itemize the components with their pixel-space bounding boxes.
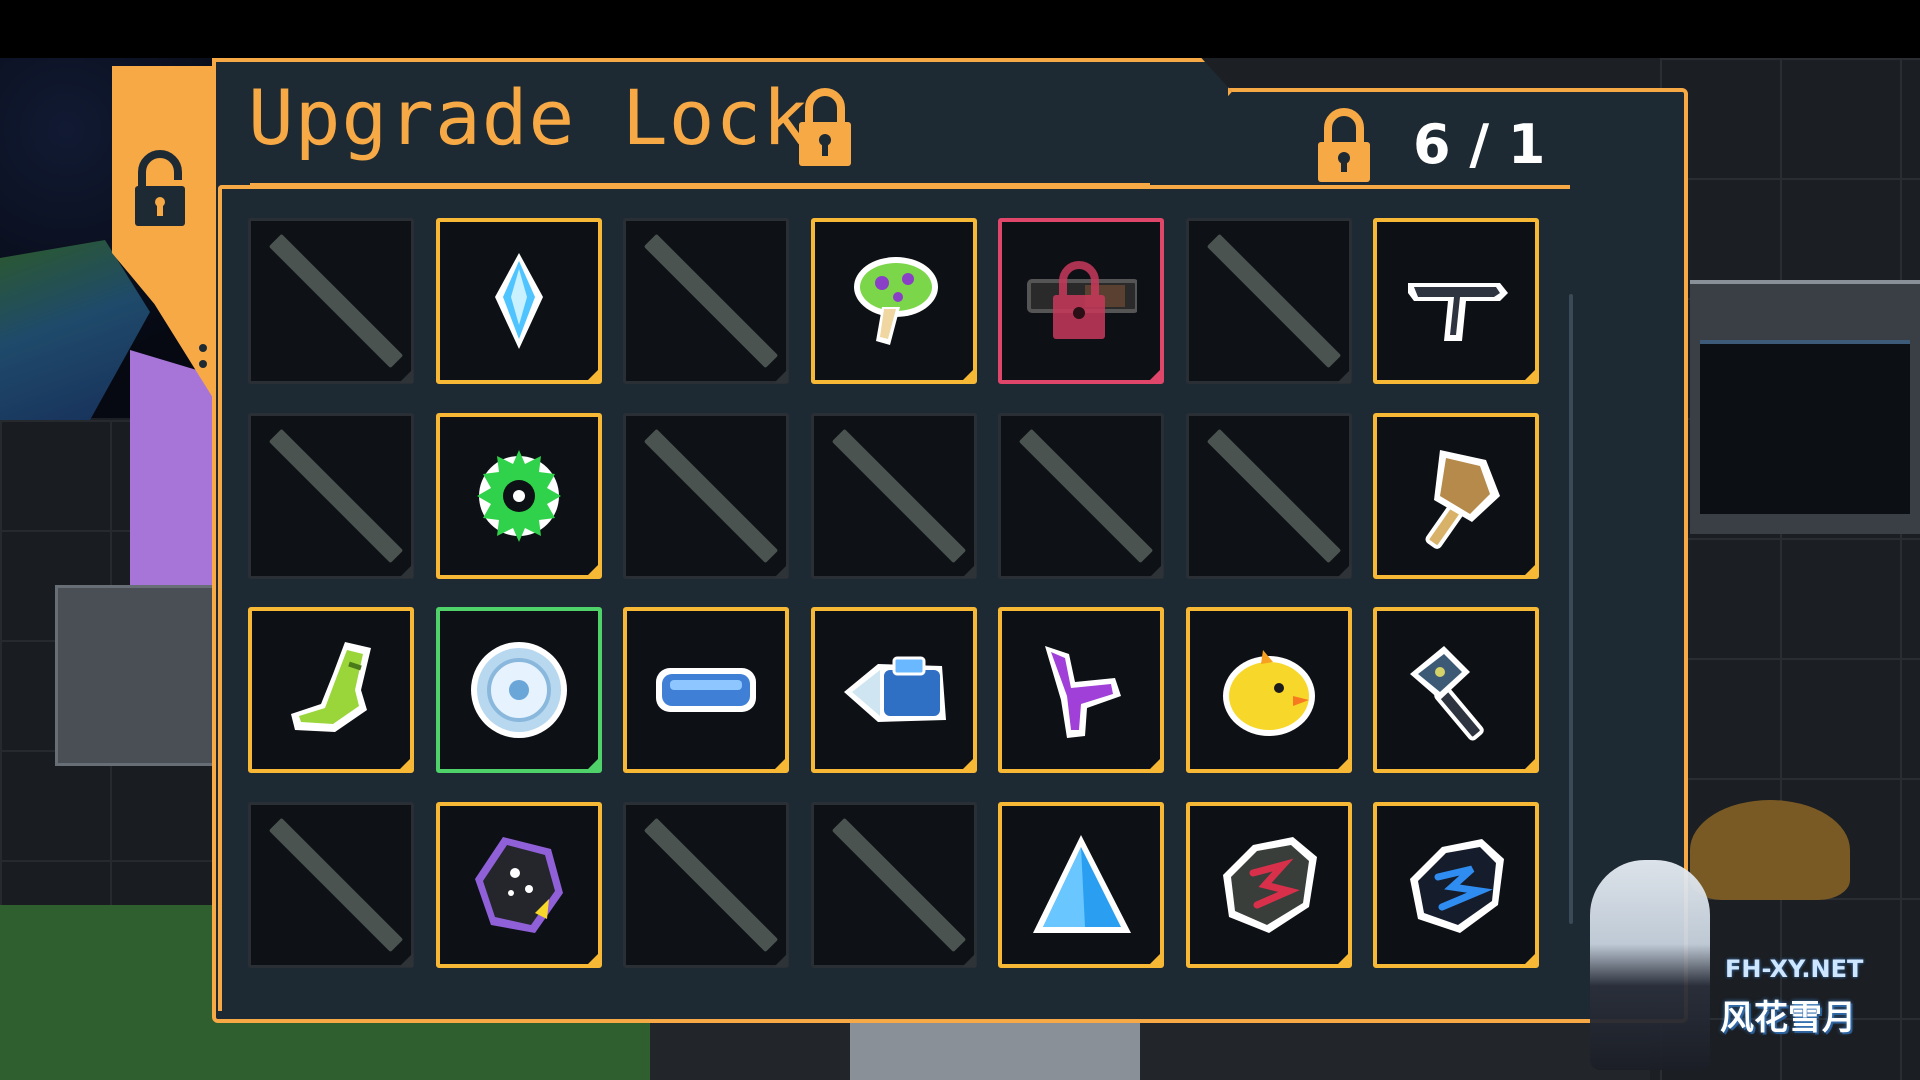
empty-slot-icon [1206, 233, 1342, 369]
slot-corner-marker [1148, 757, 1162, 771]
upgrade-slot[interactable] [623, 218, 789, 384]
blue-pyramid-icon [1033, 835, 1131, 933]
green-virus-icon [477, 450, 561, 542]
upgrade-slot[interactable] [998, 218, 1164, 384]
empty-slot-icon [268, 233, 404, 369]
upgrade-slot[interactable] [998, 413, 1164, 579]
slot-corner-marker [399, 953, 413, 967]
purple-claw-icon [1045, 646, 1121, 738]
yellow-chick-icon [1223, 650, 1315, 736]
upgrade-slot[interactable] [248, 607, 414, 773]
upgrade-slot[interactable] [811, 218, 977, 384]
smg-icon [1408, 283, 1508, 341]
upgrade-slot[interactable] [248, 218, 414, 384]
upgrade-slot[interactable] [436, 218, 602, 384]
empty-slot-icon [643, 233, 779, 369]
war-hammer-icon [1410, 646, 1484, 741]
blue-capsule-icon [656, 668, 756, 712]
upgrade-slot[interactable] [248, 802, 414, 968]
slot-corner-marker [1523, 952, 1537, 966]
slot-corner-marker [1148, 952, 1162, 966]
green-mushroom-icon [854, 257, 938, 345]
lock-icon [135, 150, 185, 226]
blue-drill-icon [844, 656, 946, 722]
slot-corner-marker [962, 564, 976, 578]
slot-corner-marker [399, 369, 413, 383]
red-rune-stone-icon [1223, 837, 1317, 933]
empty-slot-icon [831, 428, 967, 564]
slot-corner-marker [586, 952, 600, 966]
empty-slot-icon [1206, 428, 1342, 564]
top-letterbox [0, 0, 1920, 58]
slot-corner-marker [774, 953, 788, 967]
empty-slot-icon [268, 428, 404, 564]
slot-corner-marker [1523, 757, 1537, 771]
empty-slot-icon [1018, 428, 1154, 564]
empty-slot-icon [643, 428, 779, 564]
slot-corner-marker [586, 563, 600, 577]
upgrade-slot[interactable] [1373, 413, 1539, 579]
upgrade-slot[interactable] [1373, 802, 1539, 968]
lock-count-icon [1318, 108, 1370, 182]
slot-corner-marker [1148, 368, 1162, 382]
upgrade-slot[interactable] [623, 413, 789, 579]
battle-axe-icon [1425, 450, 1500, 549]
upgrade-slot[interactable] [1186, 607, 1352, 773]
empty-slot-icon [643, 817, 779, 953]
slot-corner-marker [1523, 368, 1537, 382]
slot-corner-marker [774, 369, 788, 383]
upgrade-slot[interactable] [811, 607, 977, 773]
upgrade-slot[interactable] [248, 413, 414, 579]
upgrade-slot[interactable] [998, 802, 1164, 968]
lock-count: 6 / 1 [1413, 113, 1546, 176]
slot-corner-marker [398, 757, 412, 771]
watermark-domain: FH-XY.NET [1725, 955, 1864, 983]
watermark-character [1590, 860, 1710, 1070]
slot-corner-marker [1337, 369, 1351, 383]
upgrade-slot[interactable] [811, 413, 977, 579]
shield-disc-icon [471, 642, 567, 738]
slot-corner-marker [961, 368, 975, 382]
upgrade-slot[interactable] [1186, 413, 1352, 579]
scrollbar[interactable] [1569, 294, 1573, 924]
slot-corner-marker [1336, 757, 1350, 771]
dialog-title: Upgrade Lock [248, 73, 810, 162]
green-boot-icon [291, 642, 371, 732]
slot-corner-marker [1523, 563, 1537, 577]
upgrade-slot[interactable] [436, 607, 602, 773]
slot-corner-marker [773, 757, 787, 771]
watermark-name: 风花雪月 [1720, 998, 1856, 1038]
slot-corner-marker [586, 368, 600, 382]
empty-slot-icon [831, 817, 967, 953]
slot-corner-marker [961, 757, 975, 771]
upgrade-slot[interactable] [1373, 607, 1539, 773]
blue-rune-stone-icon [1410, 839, 1504, 933]
slot-corner-marker [1149, 564, 1163, 578]
title-lock-icon [799, 88, 851, 166]
dark-stone-icon [475, 837, 563, 933]
locked-cannon-icon [1027, 261, 1137, 339]
upgrade-slot[interactable] [623, 802, 789, 968]
empty-slot-icon [268, 817, 404, 953]
slot-corner-marker [774, 564, 788, 578]
slot-corner-marker [962, 953, 976, 967]
upgrade-slot[interactable] [623, 607, 789, 773]
slot-corner-marker [1337, 564, 1351, 578]
upgrade-slot[interactable] [811, 802, 977, 968]
upgrade-slot[interactable] [998, 607, 1164, 773]
upgrade-slot[interactable] [436, 802, 602, 968]
watermark: FH-XY.NET 风花雪月 [1560, 860, 1900, 1080]
upgrade-slot[interactable] [1373, 218, 1539, 384]
upgrade-slot[interactable] [1186, 802, 1352, 968]
slot-corner-marker [586, 757, 600, 771]
upgrade-slot[interactable] [1186, 218, 1352, 384]
blue-crystal-icon [495, 253, 543, 349]
station-window-interior [1700, 340, 1910, 514]
slot-corner-marker [1336, 952, 1350, 966]
side-tab-dots [199, 344, 207, 368]
upgrade-slot[interactable] [436, 413, 602, 579]
slot-corner-marker [399, 564, 413, 578]
